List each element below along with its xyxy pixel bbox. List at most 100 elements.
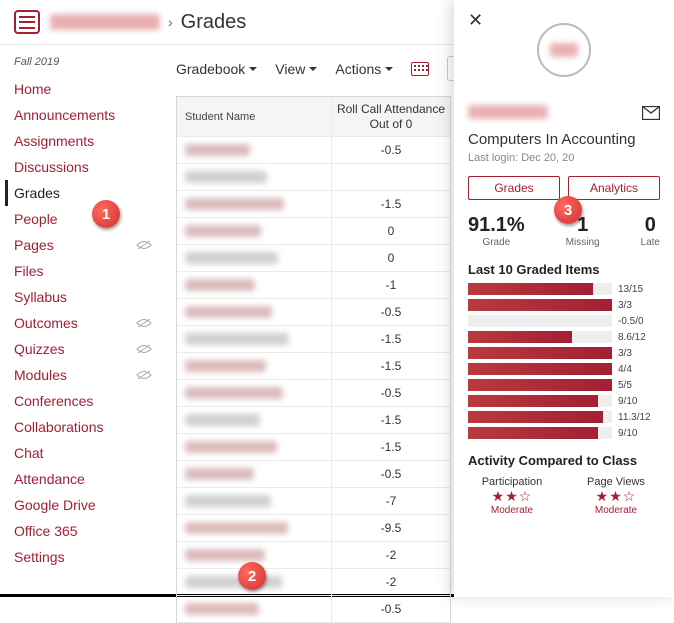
gb-col-assignment[interactable]: Roll Call Attendance Out of 0 xyxy=(332,97,450,136)
activity-title: Activity Compared to Class xyxy=(468,453,660,468)
gb-row[interactable]: -0.5 xyxy=(177,596,450,623)
gb-cell-value[interactable]: -1.5 xyxy=(332,407,450,433)
nav-item-files[interactable]: Files xyxy=(14,258,160,284)
nav-item-modules[interactable]: Modules xyxy=(14,362,160,388)
gb-row[interactable]: -0.5 xyxy=(177,299,450,326)
gb-row[interactable]: -1.5 xyxy=(177,407,450,434)
student-name-redacted[interactable] xyxy=(185,387,283,399)
student-name-redacted[interactable] xyxy=(185,306,272,318)
gb-cell-value[interactable]: -7 xyxy=(332,488,450,514)
student-name-redacted[interactable] xyxy=(185,549,265,561)
student-name-redacted[interactable] xyxy=(185,252,278,264)
gb-row[interactable]: -9.5 xyxy=(177,515,450,542)
gb-cell-value[interactable]: 0 xyxy=(332,218,450,244)
gb-row[interactable]: -1.5 xyxy=(177,326,450,353)
gb-cell-value[interactable]: -0.5 xyxy=(332,137,450,163)
panel-last-login: Last login: Dec 20, 20 xyxy=(468,152,660,164)
gb-row[interactable]: 0 xyxy=(177,245,450,272)
callout-1: 1 xyxy=(92,200,120,228)
gb-row[interactable]: -0.5 xyxy=(177,461,450,488)
nav-item-outcomes[interactable]: Outcomes xyxy=(14,310,160,336)
gb-cell-value[interactable]: -2 xyxy=(332,542,450,568)
student-name-redacted[interactable] xyxy=(185,522,288,534)
gb-cell-value[interactable]: -1.5 xyxy=(332,191,450,217)
actions-menu[interactable]: Actions xyxy=(335,61,393,77)
student-name-redacted[interactable] xyxy=(185,333,289,345)
nav-item-attendance[interactable]: Attendance xyxy=(14,466,160,492)
gb-row[interactable]: -0.5 xyxy=(177,137,450,164)
gb-row[interactable]: -1.5 xyxy=(177,353,450,380)
nav-item-assignments[interactable]: Assignments xyxy=(14,128,160,154)
gb-cell-value[interactable]: -1.5 xyxy=(332,434,450,460)
grade-bar: 3/3 xyxy=(468,347,660,359)
gb-row[interactable]: -1.5 xyxy=(177,434,450,461)
nav-item-settings[interactable]: Settings xyxy=(14,544,160,570)
term-label: Fall 2019 xyxy=(14,56,160,68)
gradebook-toolbar: Gradebook View Actions Se xyxy=(176,56,469,81)
gb-row[interactable]: -1.5 xyxy=(177,191,450,218)
gb-cell-value[interactable]: -0.5 xyxy=(332,461,450,487)
nav-item-people[interactable]: People xyxy=(14,206,160,232)
student-name-redacted[interactable] xyxy=(185,468,254,480)
student-name-redacted[interactable] xyxy=(185,225,261,237)
caret-down-icon xyxy=(385,67,393,75)
nav-item-pages[interactable]: Pages xyxy=(14,232,160,258)
student-name-redacted[interactable] xyxy=(185,171,267,183)
keyboard-icon[interactable] xyxy=(411,62,429,76)
gb-cell-value[interactable]: -2 xyxy=(332,569,450,595)
close-icon[interactable]: ✕ xyxy=(468,10,483,30)
student-name-redacted[interactable] xyxy=(185,495,271,507)
view-menu[interactable]: View xyxy=(275,61,317,77)
nav-item-announcements[interactable]: Announcements xyxy=(14,102,160,128)
analytics-button[interactable]: Analytics xyxy=(568,176,660,200)
avatar[interactable] xyxy=(537,23,591,77)
gb-cell-value[interactable]: 0 xyxy=(332,245,450,271)
gb-row[interactable]: 0 xyxy=(177,218,450,245)
course-name-redacted[interactable] xyxy=(50,14,160,30)
stars-icon: ★★☆ xyxy=(468,488,556,505)
student-name-redacted[interactable] xyxy=(185,144,250,156)
nav-item-syllabus[interactable]: Syllabus xyxy=(14,284,160,310)
student-name-redacted[interactable] xyxy=(185,414,260,426)
gb-row[interactable]: -1 xyxy=(177,272,450,299)
gb-cell-value[interactable]: -1 xyxy=(332,272,450,298)
gb-cell-value[interactable]: -1.5 xyxy=(332,353,450,379)
hamburger-icon[interactable] xyxy=(14,10,40,34)
gb-header-row: Student Name Roll Call Attendance Out of… xyxy=(177,97,450,137)
grade-bar: -0.5/0 xyxy=(468,315,660,327)
gradebook-table: Student Name Roll Call Attendance Out of… xyxy=(176,96,451,623)
gb-col-student[interactable]: Student Name xyxy=(177,97,332,136)
grade-bar: 11.3/12 xyxy=(468,411,660,423)
gb-row[interactable]: -2 xyxy=(177,542,450,569)
nav-item-google-drive[interactable]: Google Drive xyxy=(14,492,160,518)
nav-item-grades[interactable]: Grades xyxy=(5,180,160,206)
student-name-redacted[interactable] xyxy=(185,603,259,615)
student-name-redacted[interactable] xyxy=(185,576,282,588)
gb-cell-value[interactable]: -0.5 xyxy=(332,299,450,325)
grades-button[interactable]: Grades xyxy=(468,176,560,200)
nav-item-quizzes[interactable]: Quizzes xyxy=(14,336,160,362)
gb-row[interactable] xyxy=(177,164,450,191)
student-name-redacted[interactable] xyxy=(185,279,255,291)
gb-row[interactable]: -2 xyxy=(177,569,450,596)
student-name-redacted[interactable] xyxy=(185,198,284,210)
gb-row[interactable]: -7 xyxy=(177,488,450,515)
gradebook-menu[interactable]: Gradebook xyxy=(176,61,257,77)
nav-item-office-365[interactable]: Office 365 xyxy=(14,518,160,544)
gb-cell-value[interactable]: -0.5 xyxy=(332,380,450,406)
nav-item-chat[interactable]: Chat xyxy=(14,440,160,466)
gb-row[interactable]: -0.5 xyxy=(177,380,450,407)
nav-item-discussions[interactable]: Discussions xyxy=(14,154,160,180)
gb-cell-value[interactable]: -1.5 xyxy=(332,326,450,352)
student-name-redacted[interactable] xyxy=(185,441,277,453)
nav-item-collaborations[interactable]: Collaborations xyxy=(14,414,160,440)
gb-cell-value[interactable]: -9.5 xyxy=(332,515,450,541)
activity-metric: Participation★★☆Moderate xyxy=(468,476,556,516)
nav-item-conferences[interactable]: Conferences xyxy=(14,388,160,414)
student-name-redacted[interactable] xyxy=(185,360,266,372)
gb-cell-value[interactable] xyxy=(332,164,450,190)
student-panel: ✕ Computers In Accounting Last login: De… xyxy=(454,0,674,597)
mail-icon[interactable] xyxy=(642,106,660,120)
nav-item-home[interactable]: Home xyxy=(14,76,160,102)
breadcrumb-page: Grades xyxy=(181,11,247,34)
